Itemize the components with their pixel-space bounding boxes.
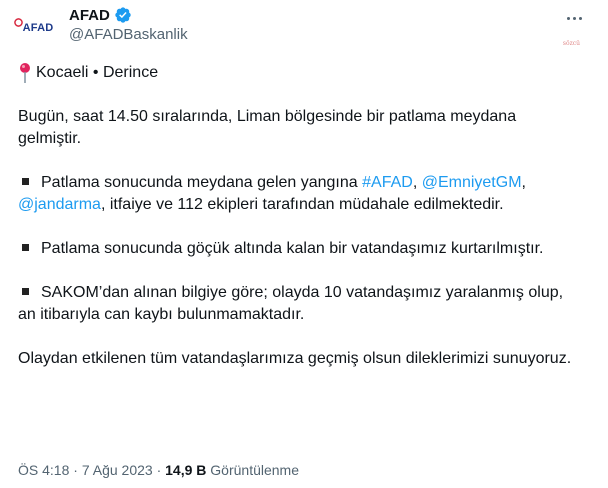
tweet-time[interactable]: ÖS 4:18 xyxy=(18,462,69,478)
p2-sep-2: , xyxy=(521,174,526,191)
paragraph-4: SAKOM’dan alınan bilgiye göre; olayda 10… xyxy=(18,282,578,326)
hashtag-afad-link[interactable]: #AFAD xyxy=(362,174,413,191)
afad-logo: AFAD xyxy=(13,18,54,34)
bullet-icon xyxy=(22,244,29,252)
paragraph-1: Bugün, saat 14.50 sıralarında, Liman böl… xyxy=(18,108,517,147)
meta-dot-1: · xyxy=(69,462,82,478)
afad-mark-icon xyxy=(13,18,23,27)
tweet-meta: ÖS 4:18 · 7 Ağu 2023 · 14,9 B Görüntülen… xyxy=(18,462,299,478)
more-icon[interactable] xyxy=(562,8,586,28)
bullet-icon xyxy=(22,288,29,296)
p4-text: SAKOM’dan alınan bilgiye göre; olayda 10… xyxy=(18,284,564,323)
mention-emniyetgm-link[interactable]: @EmniyetGM xyxy=(422,174,522,191)
tweet-header: AFAD AFAD @AFADBaskanlik sözcü xyxy=(13,6,590,48)
avatar[interactable]: AFAD xyxy=(13,8,58,48)
display-name[interactable]: AFAD xyxy=(69,7,110,24)
bullet-icon xyxy=(22,178,29,186)
watermark: sözcü xyxy=(562,40,580,47)
name-row: AFAD xyxy=(69,6,132,24)
p3-text: Patlama sonucunda göçük altında kalan bi… xyxy=(41,240,544,257)
tweet-date[interactable]: 7 Ağu 2023 xyxy=(82,462,153,478)
p2-text-post: , itfaiye ve 112 ekipleri tarafından müd… xyxy=(100,196,504,213)
p2-sep-1: , xyxy=(412,174,422,191)
handle[interactable]: @AFADBaskanlik xyxy=(69,26,188,43)
views-label: Görüntülenme xyxy=(210,462,299,478)
verified-badge-icon xyxy=(115,7,131,23)
mention-jandarma-link[interactable]: @jandarma xyxy=(18,196,101,213)
location-text: Kocaeli • Derince xyxy=(36,64,159,81)
paragraph-2: Patlama sonucunda meydana gelen yangına … xyxy=(18,172,578,216)
meta-dot-2: · xyxy=(152,462,166,478)
p2-text-pre: Patlama sonucunda meydana gelen yangına xyxy=(41,174,363,191)
tweet-text: Kocaeli • Derince Bugün, saat 14.50 sıra… xyxy=(18,62,578,392)
paragraph-3: Patlama sonucunda göçük altında kalan bi… xyxy=(18,238,578,260)
avatar-text: AFAD xyxy=(22,22,54,34)
views-count: 14,9 B xyxy=(165,462,207,478)
pin-icon xyxy=(20,63,30,83)
location-line: Kocaeli • Derince xyxy=(18,62,578,84)
paragraph-5: Olaydan etkilenen tüm vatandaşlarımıza g… xyxy=(18,350,572,367)
tweet: AFAD AFAD @AFADBaskanlik sözcü Kocaeli •… xyxy=(0,0,608,488)
